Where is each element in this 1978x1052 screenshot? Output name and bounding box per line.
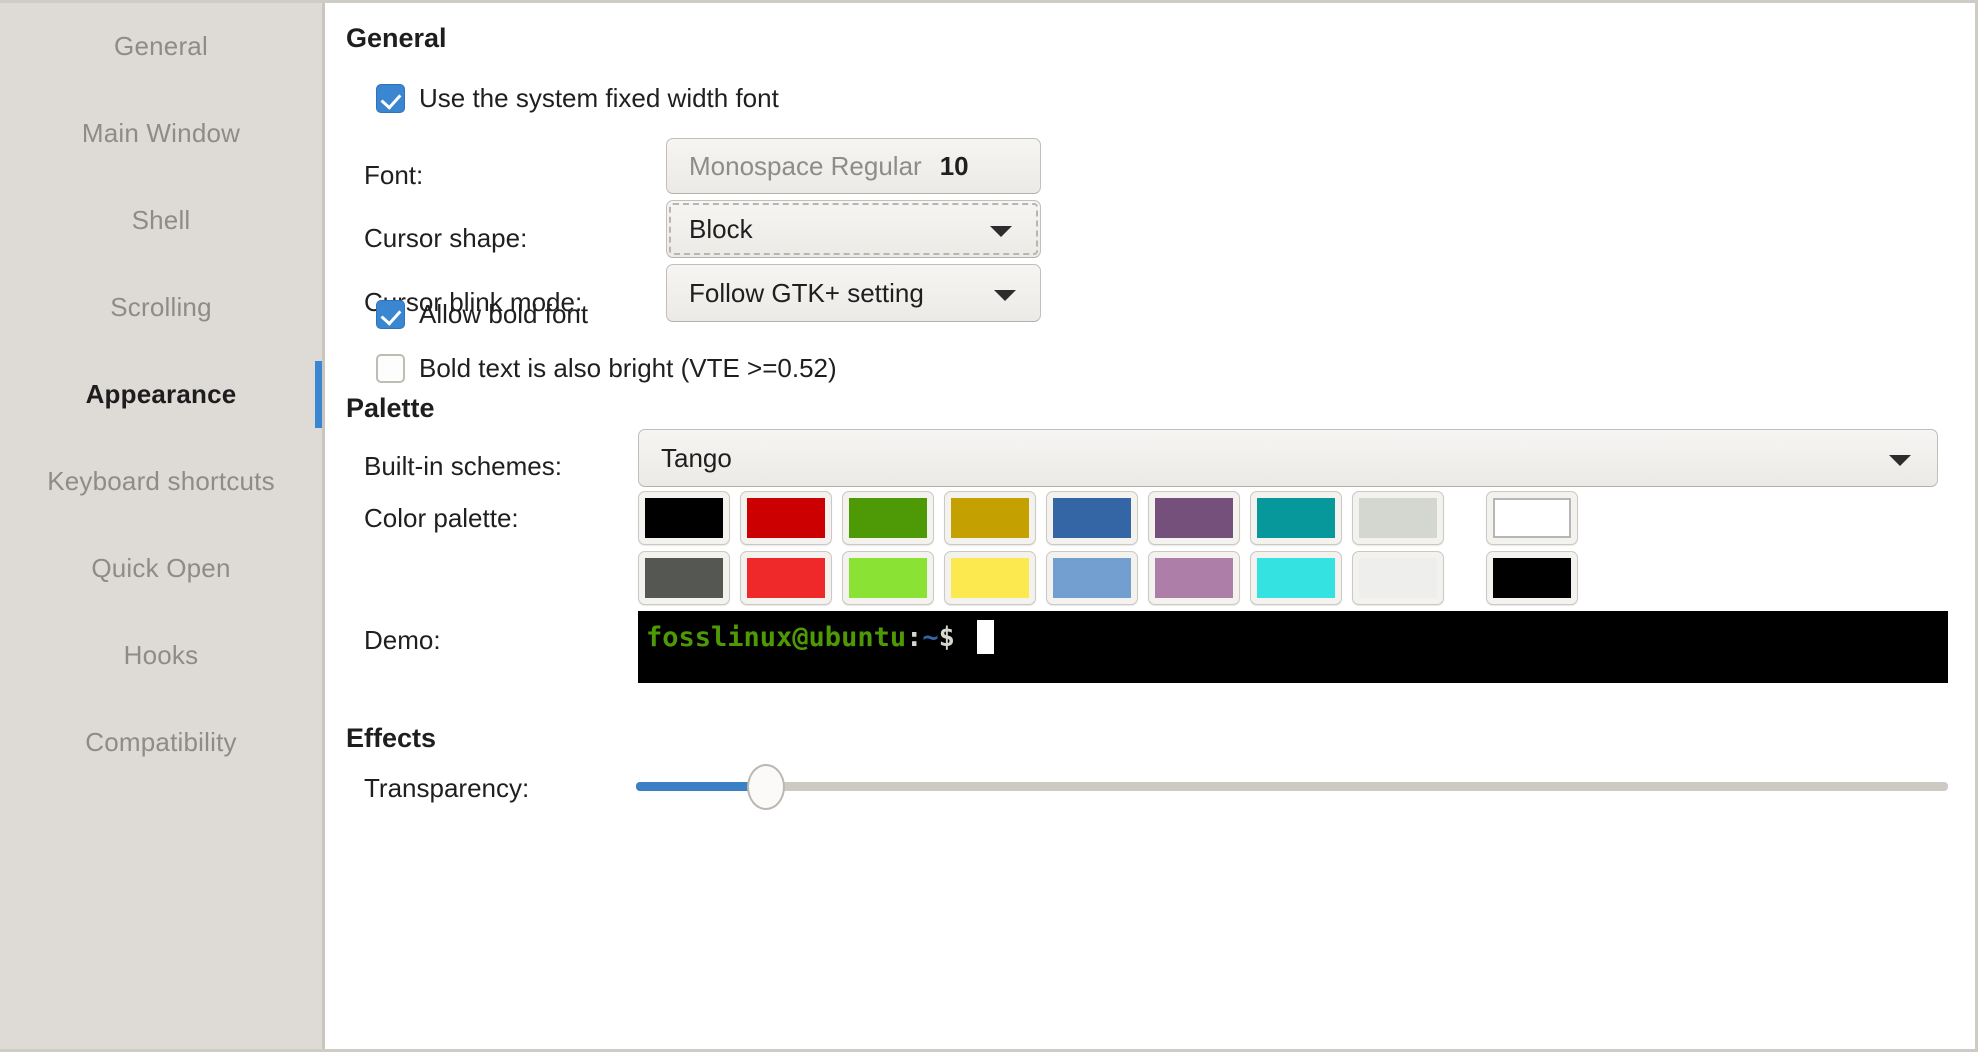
builtin-schemes-row-label: Built-in schemes: — [364, 451, 562, 482]
sidebar-item-compatibility[interactable]: Compatibility — [0, 699, 322, 786]
color-palette-row-label: Color palette: — [364, 503, 519, 534]
font-row-label: Font: — [364, 160, 423, 191]
color-swatch-normal-2[interactable] — [842, 491, 934, 545]
color-swatch-fill — [1155, 498, 1233, 538]
color-swatch-fill — [849, 498, 927, 538]
color-swatch-bright-3[interactable] — [944, 551, 1036, 605]
cursor-blink-mode-value-label: Follow GTK+ setting — [667, 278, 924, 309]
allow-bold-font-checkbox[interactable]: Allow bold font — [376, 299, 588, 330]
color-swatch-normal-6[interactable] — [1250, 491, 1342, 545]
checkmark-icon — [376, 84, 405, 113]
color-swatch-bright-4[interactable] — [1046, 551, 1138, 605]
section-heading-effects: Effects — [346, 723, 436, 754]
color-swatch-bright-0[interactable] — [638, 551, 730, 605]
font-picker-button[interactable]: Monospace Regular 10 — [666, 138, 1041, 194]
color-swatch-fill — [1359, 498, 1437, 538]
font-value-label: Monospace Regular — [667, 151, 922, 182]
appearance-settings-panel: General Use the system fixed width font … — [328, 3, 1972, 1046]
sidebar-item-label: Hooks — [124, 640, 199, 671]
color-swatch-normal-0[interactable] — [638, 491, 730, 545]
checkbox-label: Bold text is also bright (VTE >=0.52) — [419, 353, 837, 384]
color-swatch-fill — [951, 558, 1029, 598]
empty-checkbox-icon — [376, 354, 405, 383]
color-swatch-fill — [849, 558, 927, 598]
transparency-row-label: Transparency: — [364, 773, 529, 804]
color-swatch-normal-7[interactable] — [1352, 491, 1444, 545]
cursor-blink-mode-dropdown[interactable]: Follow GTK+ setting — [666, 264, 1041, 322]
color-swatch-fill — [1359, 558, 1437, 598]
sidebar-item-general[interactable]: General — [0, 3, 322, 90]
terminal-demo-preview: fosslinux@ubuntu:~$ — [638, 611, 1948, 683]
color-swatch-fill — [645, 558, 723, 598]
sidebar-item-label: Shell — [132, 205, 191, 236]
section-heading-palette: Palette — [346, 393, 435, 424]
sidebar-item-scrolling[interactable]: Scrolling — [0, 264, 322, 351]
settings-sidebar: General Main Window Shell Scrolling Appe… — [0, 3, 325, 1052]
font-size-label: 10 — [940, 151, 969, 182]
transparency-slider-handle[interactable] — [747, 764, 785, 810]
color-swatch-fill — [1053, 558, 1131, 598]
color-swatch-bright-1[interactable] — [740, 551, 832, 605]
transparency-slider-track[interactable] — [636, 782, 1948, 791]
sidebar-item-keyboard-shortcuts[interactable]: Keyboard shortcuts — [0, 438, 322, 525]
sidebar-item-label: Scrolling — [110, 292, 212, 323]
sidebar-item-label: Keyboard shortcuts — [47, 466, 275, 497]
color-swatch-fill — [1155, 558, 1233, 598]
color-swatch-fill — [747, 498, 825, 538]
color-swatch-normal-5[interactable] — [1148, 491, 1240, 545]
color-swatch-bright-5[interactable] — [1148, 551, 1240, 605]
color-swatch-fill — [645, 498, 723, 538]
chevron-down-icon — [994, 290, 1016, 301]
use-system-fixed-width-font-checkbox[interactable]: Use the system fixed width font — [376, 83, 779, 114]
builtin-schemes-value-label: Tango — [639, 443, 732, 474]
sidebar-item-label: Appearance — [86, 379, 237, 410]
color-swatch-fill — [1257, 558, 1335, 598]
sidebar-item-label: Main Window — [82, 118, 240, 149]
color-swatch-bright-2[interactable] — [842, 551, 934, 605]
color-swatch-fill — [747, 558, 825, 598]
color-swatch-fill — [1257, 498, 1335, 538]
sidebar-item-appearance[interactable]: Appearance — [0, 351, 322, 438]
checkbox-label: Use the system fixed width font — [419, 83, 779, 114]
section-heading-general: General — [346, 23, 447, 54]
terminal-prompt-line: fosslinux@ubuntu:~$ — [646, 620, 994, 654]
sidebar-item-label: General — [114, 31, 208, 62]
chevron-down-icon — [1889, 455, 1911, 466]
background-color-swatch[interactable] — [1486, 551, 1578, 605]
color-swatch-fill — [1493, 558, 1571, 598]
chevron-down-icon — [990, 226, 1012, 237]
terminal-dollar: $ — [939, 622, 955, 653]
terminal-path: ~ — [922, 622, 938, 653]
demo-row-label: Demo: — [364, 625, 441, 656]
sidebar-item-quick-open[interactable]: Quick Open — [0, 525, 322, 612]
cursor-shape-dropdown[interactable]: Block — [666, 200, 1041, 258]
color-swatch-fill — [1493, 498, 1571, 538]
cursor-shape-value-label: Block — [667, 214, 753, 245]
color-swatch-normal-1[interactable] — [740, 491, 832, 545]
builtin-schemes-dropdown[interactable]: Tango — [638, 429, 1938, 487]
sidebar-item-hooks[interactable]: Hooks — [0, 612, 322, 699]
selection-indicator — [315, 361, 322, 428]
terminal-user-host: fosslinux@ubuntu — [646, 622, 906, 653]
terminal-cursor — [977, 620, 994, 654]
cursor-shape-row-label: Cursor shape: — [364, 223, 527, 254]
foreground-color-swatch[interactable] — [1486, 491, 1578, 545]
color-swatch-fill — [1053, 498, 1131, 538]
color-swatch-normal-3[interactable] — [944, 491, 1036, 545]
color-swatch-fill — [951, 498, 1029, 538]
bold-text-also-bright-checkbox[interactable]: Bold text is also bright (VTE >=0.52) — [376, 353, 837, 384]
sidebar-item-label: Compatibility — [85, 727, 236, 758]
color-swatch-bright-7[interactable] — [1352, 551, 1444, 605]
sidebar-item-shell[interactable]: Shell — [0, 177, 322, 264]
color-swatch-normal-4[interactable] — [1046, 491, 1138, 545]
sidebar-item-main-window[interactable]: Main Window — [0, 90, 322, 177]
checkbox-label: Allow bold font — [419, 299, 588, 330]
checkmark-icon — [376, 300, 405, 329]
sidebar-item-label: Quick Open — [91, 553, 230, 584]
preferences-window: General Main Window Shell Scrolling Appe… — [0, 0, 1978, 1052]
terminal-colon: : — [906, 622, 922, 653]
color-swatch-bright-6[interactable] — [1250, 551, 1342, 605]
